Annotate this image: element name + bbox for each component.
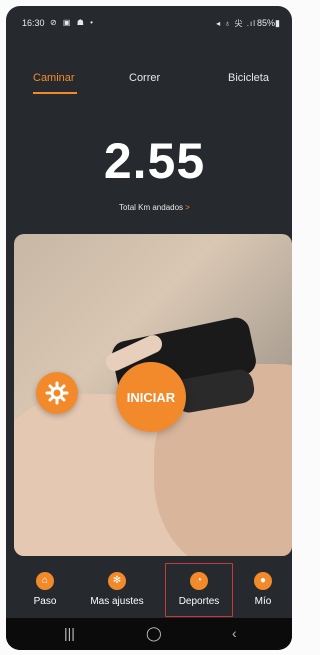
- activity-tabs: Caminar Correr Bicicleta: [6, 62, 292, 102]
- total-km-label: Total Km andados: [119, 203, 184, 212]
- total-km-value: 2.55: [103, 133, 206, 189]
- nav-label-mio: Mío: [254, 596, 272, 607]
- back-button[interactable]: ‹: [232, 625, 237, 641]
- battery-indicator: 85%▮: [257, 18, 280, 28]
- gear-icon: ✻: [108, 572, 126, 590]
- signal-icons: ◂ ♁ 尖 .ıl: [216, 19, 256, 28]
- system-navigation-bar: ||| ◯ ‹: [6, 618, 292, 650]
- recent-apps-button[interactable]: |||: [64, 625, 75, 641]
- home-icon: ⌂: [36, 572, 54, 590]
- nav-label-mas-ajustes: Mas ajustes: [90, 596, 144, 607]
- nav-mio[interactable]: ● Mío: [228, 562, 292, 618]
- nav-label-paso: Paso: [33, 596, 57, 607]
- start-button[interactable]: INICIAR: [116, 362, 186, 432]
- nav-paso[interactable]: ⌂ Paso: [10, 562, 80, 618]
- gear-icon: [45, 381, 69, 405]
- profile-icon: ●: [254, 572, 272, 590]
- total-km-link[interactable]: Total Km andados >: [6, 203, 292, 212]
- nav-mas-ajustes[interactable]: ✻ Mas ajustes: [82, 562, 152, 618]
- active-tab-indicator: [33, 92, 77, 94]
- chevron-right-icon: >: [185, 203, 190, 212]
- phone-screen: 16:30 ⊘ ▣ ☗ • ◂ ♁ 尖 .ıl 85%▮ Caminar Cor…: [6, 6, 292, 650]
- status-time: 16:30: [22, 18, 45, 28]
- settings-button[interactable]: [36, 372, 78, 414]
- tab-correr[interactable]: Correr: [129, 72, 160, 84]
- tab-bicicleta[interactable]: Bicicleta: [228, 72, 269, 84]
- status-bar: 16:30 ⊘ ▣ ☗ • ◂ ♁ 尖 .ıl 85%▮: [6, 6, 292, 36]
- home-button[interactable]: ◯: [146, 625, 162, 642]
- nav-label-deportes: Deportes: [178, 596, 220, 607]
- nav-deportes[interactable]: ◔ Deportes: [164, 562, 234, 618]
- bottom-navigation: ⌂ Paso ✻ Mas ajustes ◔ Deportes ● Mío: [6, 562, 292, 618]
- tab-caminar[interactable]: Caminar: [33, 72, 75, 84]
- notification-icons: ⊘ ▣ ☗ •: [50, 18, 95, 27]
- sports-icon: ◔: [190, 572, 208, 590]
